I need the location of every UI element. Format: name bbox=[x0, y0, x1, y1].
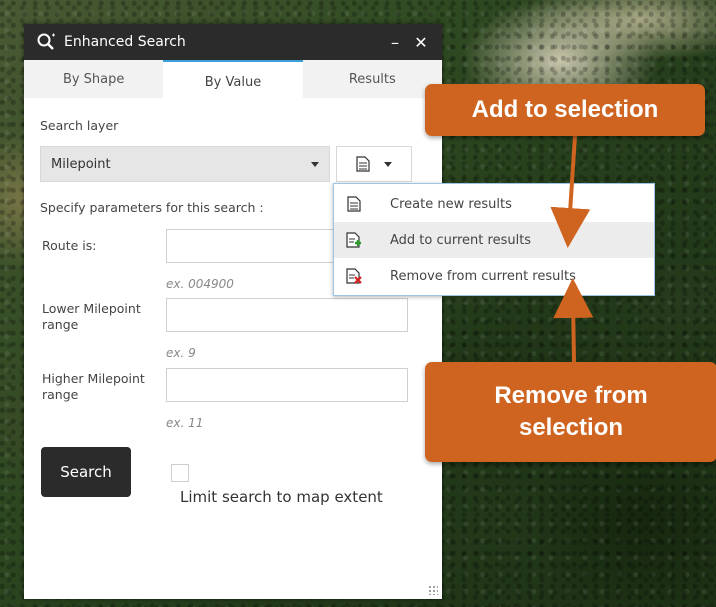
menu-item-label: Create new results bbox=[390, 196, 512, 212]
document-icon bbox=[356, 156, 370, 172]
add-to-selection-callout: Add to selection bbox=[425, 84, 705, 136]
tab-bar: By Shape By Value Results bbox=[24, 60, 442, 98]
remove-callout-line1: Remove from bbox=[494, 382, 648, 409]
lower-milepoint-hint: ex. 9 bbox=[166, 346, 196, 360]
tab-results[interactable]: Results bbox=[303, 60, 442, 98]
higher-milepoint-label-line1: Higher Milepoint bbox=[42, 371, 145, 386]
route-label: Route is: bbox=[42, 238, 97, 253]
selection-mode-menu: Create new results Add to current result… bbox=[333, 183, 655, 296]
higher-milepoint-label: Higher Milepoint range bbox=[42, 371, 145, 403]
search-layer-select[interactable]: Milepoint bbox=[40, 146, 330, 182]
resize-handle[interactable] bbox=[428, 585, 438, 595]
limit-extent-label: Limit search to map extent bbox=[180, 488, 383, 506]
document-add-icon bbox=[346, 232, 361, 248]
lower-milepoint-label-line1: Lower Milepoint bbox=[42, 301, 141, 316]
remove-callout-line2: selection bbox=[518, 414, 624, 441]
selection-mode-button[interactable] bbox=[336, 146, 412, 182]
document-icon bbox=[347, 196, 361, 212]
search-layer-value: Milepoint bbox=[51, 156, 111, 172]
search-layer-label: Search layer bbox=[40, 118, 119, 133]
higher-milepoint-label-line2: range bbox=[42, 387, 79, 402]
params-label: Specify parameters for this search : bbox=[40, 200, 264, 215]
remove-from-selection-callout: Remove from selection bbox=[425, 362, 716, 462]
chevron-down-icon bbox=[384, 161, 392, 167]
menu-item-label: Add to current results bbox=[390, 232, 532, 248]
close-button[interactable]: ✕ bbox=[412, 33, 430, 52]
chevron-down-icon bbox=[311, 161, 319, 167]
route-hint: ex. 004900 bbox=[166, 277, 234, 291]
tab-by-value[interactable]: By Value bbox=[163, 60, 303, 98]
menu-item-create-new-results[interactable]: Create new results bbox=[334, 186, 654, 222]
panel-titlebar: Enhanced Search – ✕ bbox=[24, 24, 442, 60]
lower-milepoint-label-line2: range bbox=[42, 317, 79, 332]
higher-milepoint-input[interactable] bbox=[166, 368, 408, 402]
panel-title: Enhanced Search bbox=[64, 34, 186, 50]
higher-milepoint-hint: ex. 11 bbox=[166, 416, 204, 430]
menu-item-add-to-current-results[interactable]: Add to current results bbox=[334, 222, 654, 258]
document-remove-icon bbox=[346, 268, 362, 284]
tab-by-shape[interactable]: By Shape bbox=[24, 60, 163, 98]
minimize-button[interactable]: – bbox=[386, 33, 404, 52]
lower-milepoint-input[interactable] bbox=[166, 298, 408, 332]
menu-item-label: Remove from current results bbox=[390, 268, 576, 284]
enhanced-search-panel: Enhanced Search – ✕ By Shape By Value Re… bbox=[24, 24, 442, 599]
menu-item-remove-from-current-results[interactable]: Remove from current results bbox=[334, 258, 654, 294]
lower-milepoint-label: Lower Milepoint range bbox=[42, 301, 141, 333]
limit-extent-checkbox[interactable] bbox=[171, 464, 189, 482]
search-icon bbox=[37, 33, 55, 50]
search-button[interactable]: Search bbox=[41, 447, 131, 497]
